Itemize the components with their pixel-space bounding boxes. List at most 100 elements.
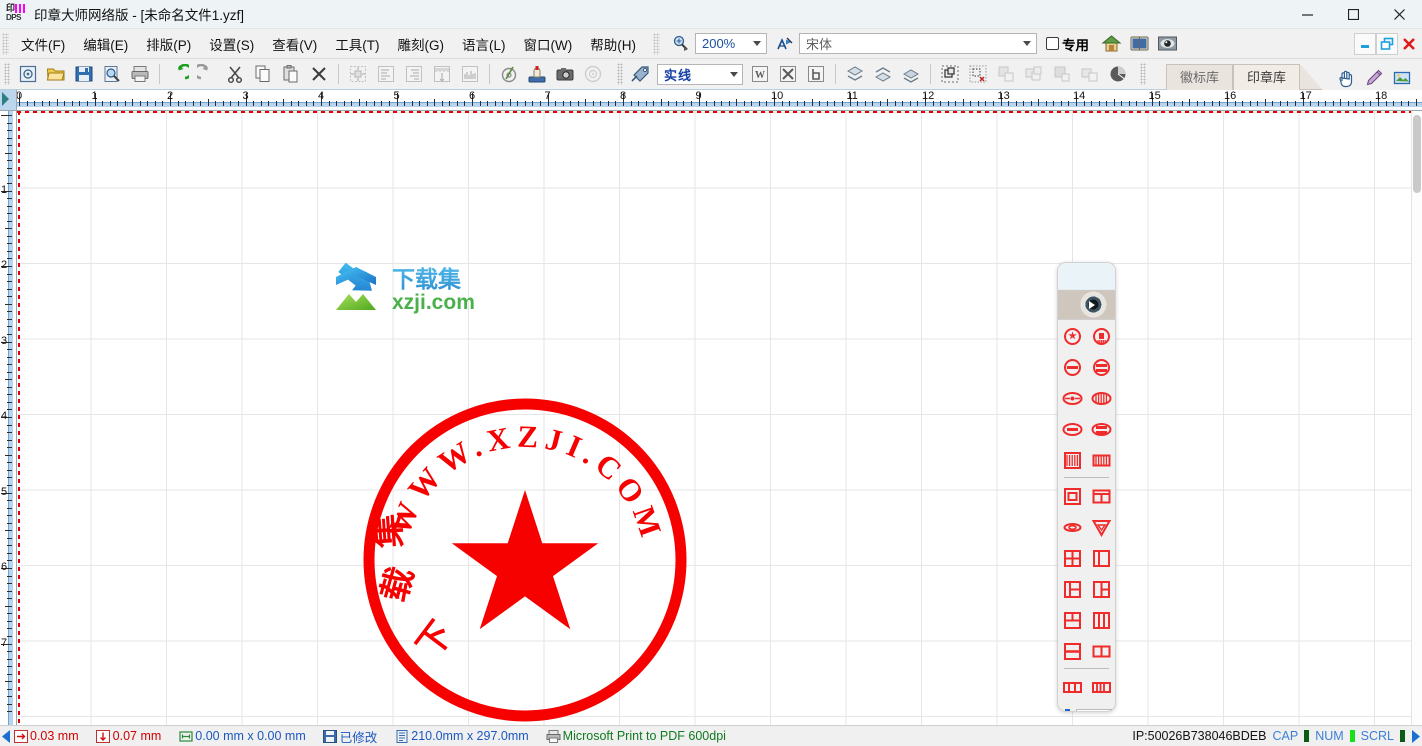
menu-window[interactable]: 窗口(W) <box>515 30 582 58</box>
seal-square-hatch-icon[interactable] <box>1060 449 1085 472</box>
seal-square-frame-icon[interactable] <box>1060 485 1085 508</box>
seal-round-star-icon[interactable] <box>1060 325 1085 348</box>
mdi-close-icon[interactable] <box>1398 33 1420 55</box>
seal-oval-star-icon[interactable] <box>1060 387 1085 410</box>
seal-triangle-icon[interactable] <box>1089 516 1114 539</box>
menu-layout[interactable]: 排版(P) <box>137 30 200 58</box>
undo-icon[interactable] <box>167 62 191 86</box>
measure-vertical-icon[interactable] <box>430 62 454 86</box>
seal-round-bar-icon[interactable] <box>1060 356 1085 379</box>
close-icon[interactable] <box>1376 0 1422 29</box>
menu-settings[interactable]: 设置(S) <box>200 30 263 58</box>
align-center-icon[interactable] <box>346 62 370 86</box>
seal-square-halves-icon[interactable] <box>1060 640 1085 663</box>
manual-book-icon[interactable] <box>1129 33 1151 55</box>
toolbar-gripper-2[interactable] <box>617 63 623 85</box>
align-right-icon[interactable] <box>402 62 426 86</box>
pen-tool-icon[interactable] <box>1362 66 1386 90</box>
menu-view[interactable]: 查看(V) <box>263 30 326 58</box>
status-scroll-right-icon[interactable] <box>1411 729 1420 743</box>
maximize-icon[interactable] <box>1330 0 1376 29</box>
status-scroll-left-icon[interactable] <box>0 726 13 746</box>
word-import-icon[interactable]: W <box>748 62 772 86</box>
tab-logo-library[interactable]: 徽标库 <box>1165 64 1233 90</box>
circular-seal[interactable]: WWW.XZJI.COM 下 载 集 <box>356 392 694 725</box>
zoom-tool-icon[interactable] <box>671 34 691 54</box>
image-frame-icon[interactable] <box>1390 66 1414 90</box>
engrave-disc-icon[interactable] <box>497 62 521 86</box>
seal-square-quad-icon[interactable] <box>1060 547 1085 570</box>
ungroup-objects-icon[interactable] <box>966 62 990 86</box>
mdi-restore-icon[interactable] <box>1376 33 1398 55</box>
menu-help[interactable]: 帮助(H) <box>581 30 645 58</box>
seal-oval-double-bar-icon[interactable] <box>1089 418 1114 441</box>
print-preview-icon[interactable] <box>100 62 124 86</box>
stamp-library-palette[interactable] <box>1057 262 1116 712</box>
circle-target-icon[interactable] <box>581 62 605 86</box>
cut-icon[interactable] <box>223 62 247 86</box>
line-style-combo[interactable]: 实线 <box>657 63 743 85</box>
menu-gripper[interactable] <box>2 32 9 55</box>
layer-back-icon[interactable] <box>871 62 895 86</box>
menu-tools[interactable]: 工具(T) <box>326 30 388 58</box>
toolbar-gripper[interactable] <box>4 63 10 85</box>
save-icon[interactable] <box>72 62 96 86</box>
mdi-minimize-icon[interactable] <box>1354 33 1376 55</box>
seal-rect-left-split-icon[interactable] <box>1089 547 1114 570</box>
zoom-group-gripper[interactable] <box>652 32 660 55</box>
measure-chart-icon[interactable] <box>458 62 482 86</box>
stamp-pad-icon[interactable] <box>525 62 549 86</box>
seal-oval-hatch-icon[interactable] <box>1089 387 1114 410</box>
seal-square-left-split-icon[interactable] <box>1060 578 1085 601</box>
horizontal-ruler[interactable]: 0 1 2 3 4 5 6 7 8 9 10 11 12 13 14 15 16 17 18 <box>0 90 1422 111</box>
redo-icon[interactable] <box>195 62 219 86</box>
vertical-scrollbar[interactable] <box>1411 111 1422 725</box>
menu-engrave[interactable]: 雕刻(G) <box>389 30 454 58</box>
seal-rect-halves-icon[interactable] <box>1089 640 1114 663</box>
chevron-down-icon[interactable] <box>725 65 742 84</box>
preview-eye-icon[interactable] <box>1157 33 1179 55</box>
pan-hand-icon[interactable] <box>1334 66 1358 90</box>
camera-icon[interactable] <box>553 62 577 86</box>
align-top-icon[interactable] <box>994 62 1018 86</box>
scrollbar-thumb[interactable] <box>1413 115 1421 193</box>
seal-square-top-split-icon[interactable] <box>1060 609 1085 632</box>
seal-rect-hatch-icon[interactable] <box>1089 449 1114 472</box>
palette-header[interactable] <box>1058 263 1115 290</box>
print-icon[interactable] <box>128 62 152 86</box>
excel-import-icon[interactable] <box>776 62 800 86</box>
font-family-combo[interactable]: 宋体 <box>798 33 1037 54</box>
open-folder-icon[interactable] <box>44 62 68 86</box>
menu-file[interactable]: 文件(F) <box>12 30 74 58</box>
vertical-ruler[interactable]: 1 2 3 4 5 6 7 <box>0 111 17 725</box>
paste-icon[interactable] <box>279 62 303 86</box>
chevron-down-icon[interactable] <box>1019 34 1036 53</box>
ruler-corner[interactable] <box>0 90 17 111</box>
align-middle-icon[interactable] <box>1022 62 1046 86</box>
font-style-icon[interactable] <box>775 34 795 54</box>
minimize-icon[interactable] <box>1284 0 1330 29</box>
copy-icon[interactable] <box>251 62 275 86</box>
line-style-tag-icon[interactable] <box>629 62 653 86</box>
dedicated-checkbox[interactable]: 专用 <box>1045 34 1089 54</box>
canvas[interactable]: 下载集 xzji.com WWW.XZJI.COM 下 载 集 <box>17 111 1422 725</box>
menu-edit[interactable]: 编辑(E) <box>74 30 137 58</box>
align-left-icon[interactable] <box>374 62 398 86</box>
layer-combine-icon[interactable] <box>899 62 923 86</box>
seal-round-double-bar-icon[interactable] <box>1089 356 1114 379</box>
layer-front-icon[interactable] <box>843 62 867 86</box>
home-icon[interactable] <box>1101 33 1123 55</box>
seal-rect-four-col-icon[interactable] <box>1089 676 1114 699</box>
seal-round-square-icon[interactable] <box>1089 325 1114 348</box>
seal-ellipse-flat-icon[interactable] <box>1060 516 1085 539</box>
group-objects-icon[interactable] <box>938 62 962 86</box>
align-bottom-icon[interactable] <box>1050 62 1074 86</box>
delete-icon[interactable] <box>307 62 331 86</box>
gradient-swatch[interactable] <box>1061 706 1073 711</box>
tab-stamp-library[interactable]: 印章库 <box>1232 64 1300 90</box>
current-color-swatch[interactable] <box>1075 709 1112 711</box>
toolbar-gripper-3[interactable] <box>1140 63 1146 85</box>
seal-rect-three-col-icon[interactable] <box>1060 676 1085 699</box>
seal-oval-bar-icon[interactable] <box>1060 418 1085 441</box>
seal-square-columns-icon[interactable] <box>1089 609 1114 632</box>
